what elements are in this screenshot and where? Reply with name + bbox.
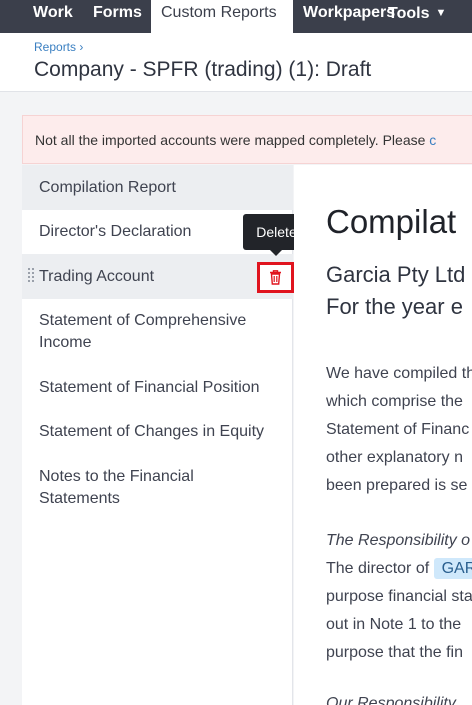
sidebar-item-label-line1: Statement of Comprehensive — [39, 312, 247, 329]
sidebar-item-label-line2: Income — [39, 334, 92, 351]
tab-workpapers[interactable]: Workpapers — [303, 0, 395, 33]
paragraph-line: out in Note 1 to the — [326, 616, 462, 633]
alert-link[interactable]: c — [429, 132, 436, 148]
sidebar-item-label: Statement of Changes in Equity — [39, 423, 265, 440]
sidebar-item-label: Statement of Financial Position — [39, 379, 260, 396]
paragraph-line: We have compiled th — [326, 365, 472, 382]
sidebar-item-statement-comprehensive-income[interactable]: Statement of Comprehensive Income — [22, 299, 293, 365]
sidebar-item-label-line2: Statements — [39, 490, 120, 507]
alert-text: Not all the imported accounts were mappe… — [35, 132, 436, 148]
trash-icon — [270, 270, 281, 285]
tab-tools[interactable]: Tools ▼ — [388, 0, 446, 33]
sidebar-item-label: Director's Declaration — [39, 223, 192, 240]
page-title: Company - SPFR (trading) (1): Draft — [34, 58, 372, 81]
paragraph-text: The director of — [326, 560, 434, 577]
drag-handle-icon[interactable] — [28, 268, 34, 282]
sidebar-item-compilation-report[interactable]: Compilation Report — [22, 165, 293, 210]
paragraph-line: Statement of Financ — [326, 421, 470, 438]
tab-tools-label: Tools — [388, 5, 430, 22]
mapping-alert: Not all the imported accounts were mappe… — [22, 115, 472, 164]
tab-forms[interactable]: Forms — [93, 0, 142, 33]
tab-work[interactable]: Work — [33, 0, 73, 33]
paragraph-line: which comprise the — [326, 393, 463, 410]
sidebar-item-label-line1: Notes to the Financial — [39, 468, 194, 485]
paragraph-line: The director of GAR — [326, 558, 472, 579]
delete-button[interactable] — [257, 262, 294, 293]
paragraph-line: other explanatory n — [326, 449, 463, 466]
sidebar-item-trading-account[interactable]: Trading Account — [22, 254, 294, 299]
sidebar-item-notes-financial-statements[interactable]: Notes to the Financial Statements — [22, 454, 293, 520]
paragraph-line: been prepared is se — [326, 477, 468, 494]
alert-message: Not all the imported accounts were mappe… — [35, 132, 430, 148]
paragraph-line: purpose financial sta — [326, 588, 472, 605]
top-nav: Work Forms Custom Reports Workpapers Too… — [0, 0, 472, 33]
tab-custom-reports[interactable]: Custom Reports — [151, 0, 293, 33]
paragraph-line: purpose that the fin — [326, 644, 463, 661]
period-heading: For the year e — [326, 294, 463, 319]
sidebar-item-label: Trading Account — [39, 268, 155, 285]
sidebar-item-statement-financial-position[interactable]: Statement of Financial Position — [22, 365, 293, 409]
our-responsibility-heading: Our Responsibility — [326, 695, 456, 705]
entity-name: Garcia Pty Ltd — [326, 262, 466, 287]
breadcrumb[interactable]: Reports › — [34, 40, 83, 54]
sidebar-item-statement-changes-equity[interactable]: Statement of Changes in Equity — [22, 409, 293, 454]
page-header: Reports › Company - SPFR (trading) (1): … — [0, 33, 472, 92]
chevron-down-icon: ▼ — [435, 7, 447, 19]
report-preview: Compilat Garcia Pty Ltd For the year e W… — [294, 165, 472, 705]
sidebar-item-label: Compilation Report — [39, 179, 176, 196]
company-name-field[interactable]: GAR — [433, 558, 472, 579]
report-heading: Compilat — [326, 203, 457, 240]
responsibility-heading: The Responsibility o — [326, 532, 471, 549]
